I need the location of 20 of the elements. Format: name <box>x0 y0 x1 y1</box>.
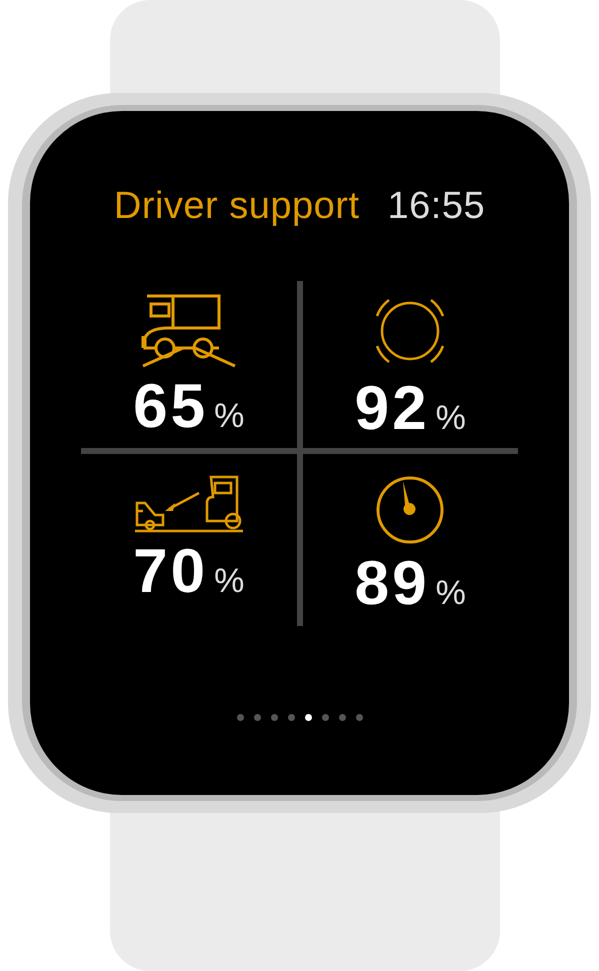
percent-value: 65 <box>133 376 208 438</box>
percent-unit: % <box>436 576 466 610</box>
percent-unit: % <box>436 401 466 435</box>
car-following-icon <box>132 475 245 533</box>
page-dot[interactable] <box>288 714 294 721</box>
speedometer-icon <box>375 475 446 545</box>
percent-unit: % <box>214 564 244 598</box>
percent-unit: % <box>214 399 244 433</box>
page-dot[interactable] <box>322 714 328 721</box>
page-dot[interactable] <box>338 714 346 721</box>
page-dot[interactable] <box>270 714 278 721</box>
page-dot[interactable] <box>304 714 312 721</box>
page-dot[interactable] <box>356 714 362 721</box>
screen-title: Driver support <box>114 187 360 225</box>
page-dot[interactable] <box>236 714 244 721</box>
percent-value: 70 <box>133 541 208 603</box>
page-dot[interactable] <box>254 714 260 721</box>
percent-value: 92 <box>354 378 430 440</box>
clock-time: 16:55 <box>388 187 486 225</box>
percent-value: 89 <box>354 553 430 615</box>
